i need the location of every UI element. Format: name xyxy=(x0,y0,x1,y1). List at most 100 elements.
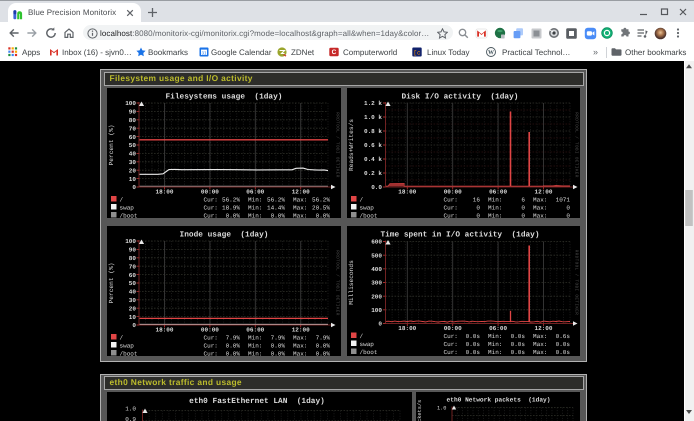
svg-text:Min:: Min: xyxy=(248,351,262,357)
svg-text:Max:: Max: xyxy=(293,205,307,212)
svg-text:500: 500 xyxy=(371,252,382,259)
svg-text:Min:: Min: xyxy=(248,343,262,350)
svg-text:swap: swap xyxy=(120,343,135,350)
svg-text:Filesystems usage (1day): Filesystems usage (1day) xyxy=(166,93,283,102)
svg-text:/: / xyxy=(360,197,364,204)
svg-text:W: W xyxy=(488,50,494,56)
svg-text:18:00: 18:00 xyxy=(155,326,173,333)
svg-text:0: 0 xyxy=(132,184,136,191)
svg-text:Min:: Min: xyxy=(488,349,502,356)
svg-text:0.0s: 0.0s xyxy=(511,341,526,348)
svg-text:7.9%: 7.9% xyxy=(271,335,286,342)
svg-text:RRDTOOL / TOBI OETIKER: RRDTOOL / TOBI OETIKER xyxy=(335,250,341,316)
svg-text:Min:: Min: xyxy=(488,341,502,348)
svg-text:56.2%: 56.2% xyxy=(222,197,240,204)
svg-text:Cur:: Cur: xyxy=(204,343,218,350)
svg-text:0: 0 xyxy=(132,322,136,329)
svg-text:31: 31 xyxy=(201,51,207,56)
svg-text:60: 60 xyxy=(129,134,137,141)
svg-text:/boot: /boot xyxy=(120,351,138,357)
svg-text:Milliseconds: Milliseconds xyxy=(348,260,355,305)
svg-text:0.0s: 0.0s xyxy=(511,349,526,356)
svg-text:100: 100 xyxy=(125,100,136,107)
svg-text:0.0%: 0.0% xyxy=(226,213,241,219)
svg-text:00:00: 00:00 xyxy=(444,188,462,195)
svg-text:6: 6 xyxy=(521,197,525,204)
svg-text:Packets/s: Packets/s xyxy=(417,400,423,421)
svg-text:0.0%: 0.0% xyxy=(271,351,286,357)
svg-text:0.0s: 0.0s xyxy=(511,333,526,340)
svg-text:0: 0 xyxy=(476,213,480,219)
svg-text:0.4 k: 0.4 k xyxy=(364,156,382,163)
svg-text:14.4%: 14.4% xyxy=(267,205,285,212)
svg-text:0.2 k: 0.2 k xyxy=(364,170,382,177)
svg-text:Cur:: Cur: xyxy=(444,349,458,356)
svg-text:80: 80 xyxy=(129,255,137,262)
svg-text:Percent (%): Percent (%) xyxy=(108,125,115,166)
svg-text:/: / xyxy=(120,335,124,342)
svg-text:1.2 k: 1.2 k xyxy=(364,100,382,107)
svg-text:swap: swap xyxy=(360,341,375,348)
svg-text:18:00: 18:00 xyxy=(155,188,173,195)
svg-text:30: 30 xyxy=(129,297,137,304)
svg-text:Min:: Min: xyxy=(488,333,502,340)
svg-text:80: 80 xyxy=(129,117,137,124)
svg-text:swap: swap xyxy=(120,205,135,212)
svg-text:Cur:: Cur: xyxy=(204,205,218,212)
svg-text:0.0%: 0.0% xyxy=(271,343,286,350)
svg-text:400: 400 xyxy=(371,266,382,273)
svg-text:Min:: Min: xyxy=(488,213,502,219)
svg-text:Min:: Min: xyxy=(248,213,262,219)
svg-text:0: 0 xyxy=(521,213,525,219)
svg-text:Max:: Max: xyxy=(293,343,307,350)
svg-text:40: 40 xyxy=(129,151,137,158)
svg-text:12:00: 12:00 xyxy=(292,326,310,333)
svg-text:0.0%: 0.0% xyxy=(271,213,286,219)
svg-text:Cur:: Cur: xyxy=(204,197,218,204)
svg-text:/boot: /boot xyxy=(360,349,378,356)
svg-text:18:00: 18:00 xyxy=(398,325,416,332)
svg-text:0.6s: 0.6s xyxy=(556,333,571,340)
svg-text:0: 0 xyxy=(378,321,382,328)
svg-text:06:00: 06:00 xyxy=(489,188,507,195)
svg-text:20: 20 xyxy=(129,305,137,312)
svg-text:Cur:: Cur: xyxy=(444,333,458,340)
svg-text:Min:: Min: xyxy=(248,197,262,204)
svg-text:Cur:: Cur: xyxy=(444,341,458,348)
svg-text:Max:: Max: xyxy=(533,333,547,340)
svg-text:00:00: 00:00 xyxy=(201,326,219,333)
svg-text:0.6 k: 0.6 k xyxy=(364,142,382,149)
svg-text:[c: [c xyxy=(413,50,421,57)
svg-text:Max:: Max: xyxy=(533,197,547,204)
svg-text:06:00: 06:00 xyxy=(246,188,264,195)
svg-text:0.0s: 0.0s xyxy=(556,349,571,356)
svg-text:70: 70 xyxy=(129,125,137,132)
svg-text:Inode usage (1day): Inode usage (1day) xyxy=(180,231,269,240)
svg-text:1.0: 1.0 xyxy=(125,405,136,412)
svg-text:0.8 k: 0.8 k xyxy=(364,128,382,135)
svg-text:1.0: 1.0 xyxy=(436,406,446,412)
svg-text:70: 70 xyxy=(129,263,137,270)
svg-text:200: 200 xyxy=(371,293,382,300)
svg-text:100: 100 xyxy=(125,238,136,245)
svg-text:RRDTOOL / TOBI OETIKER: RRDTOOL / TOBI OETIKER xyxy=(335,112,341,178)
svg-text:eth0 Network packets (1day): eth0 Network packets (1day) xyxy=(446,397,550,404)
svg-text:06:00: 06:00 xyxy=(489,325,507,332)
svg-text:Disk I/O activity (1day): Disk I/O activity (1day) xyxy=(402,93,519,102)
svg-text:20: 20 xyxy=(129,167,137,174)
svg-text:RRDTOOL / TOBI OETIKER: RRDTOOL / TOBI OETIKER xyxy=(574,112,580,178)
svg-text:Max:: Max: xyxy=(293,335,307,342)
svg-text:7.9%: 7.9% xyxy=(226,335,241,342)
svg-text:Max:: Max: xyxy=(533,349,547,356)
svg-text:Min:: Min: xyxy=(248,205,262,212)
svg-text:20.5%: 20.5% xyxy=(312,205,330,212)
svg-text:300: 300 xyxy=(371,280,382,287)
svg-text:Min:: Min: xyxy=(488,197,502,204)
svg-text:Reads+Writes/s: Reads+Writes/s xyxy=(348,119,355,171)
svg-text:Cur:: Cur: xyxy=(444,213,458,219)
svg-text:0.0s: 0.0s xyxy=(466,349,481,356)
svg-text:0.0s: 0.0s xyxy=(556,341,571,348)
svg-text:0.0%: 0.0% xyxy=(226,343,241,350)
svg-text:40: 40 xyxy=(129,289,137,296)
svg-text:/boot: /boot xyxy=(360,213,378,219)
